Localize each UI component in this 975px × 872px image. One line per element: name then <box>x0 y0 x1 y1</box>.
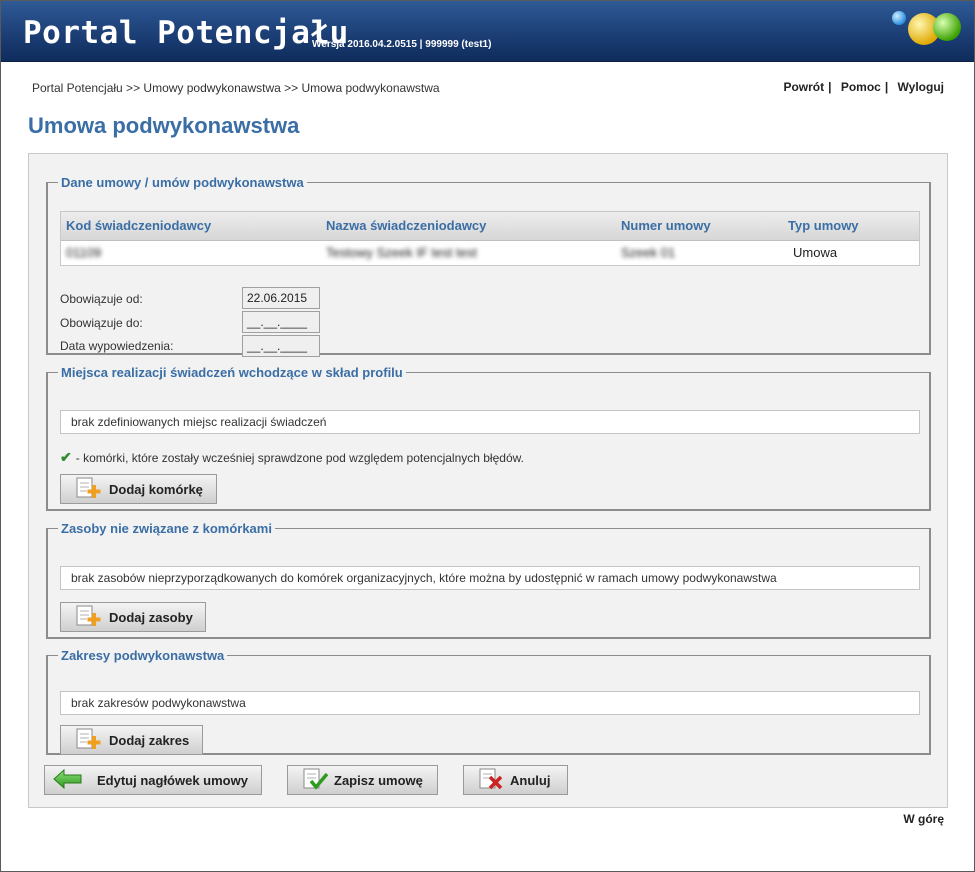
scopes-section: Zakresy podwykonawstwa brak zakresów pod… <box>46 648 931 755</box>
top-nav: Powrót | Pomoc | Wyloguj <box>783 80 944 94</box>
app-title: Portal Potencjału <box>23 15 349 51</box>
contract-data-legend: Dane umowy / umów podwykonawstwa <box>61 175 304 190</box>
col-header-name[interactable]: Nazwa świadczeniodawcy <box>321 212 616 240</box>
logo-bubbles-icon <box>892 11 961 45</box>
valid-from-label: Obowiązuje od: <box>60 292 143 306</box>
save-contract-button[interactable]: Zapisz umowę <box>287 765 438 795</box>
scopes-empty-box: brak zakresów podwykonawstwa <box>60 691 920 715</box>
add-cell-button[interactable]: Dodaj komórkę <box>60 474 217 504</box>
cell-code: 01109 <box>66 245 102 260</box>
document-cancel-icon <box>478 768 504 793</box>
cancel-label: Anuluj <box>510 772 551 788</box>
nav-separator: | <box>884 80 889 94</box>
help-link[interactable]: Pomoc <box>841 80 881 94</box>
app-header: Portal Potencjału Wersja 2016.04.2.0515 … <box>1 1 974 62</box>
col-header-contract-number[interactable]: Numer umowy <box>616 212 783 240</box>
save-contract-label: Zapisz umowę <box>334 772 423 788</box>
contract-grid: Kod świadczeniodawcy Nazwa świadczenioda… <box>60 211 920 266</box>
locations-section: Miejsca realizacji świadczeń wchodzące w… <box>46 365 931 511</box>
document-add-icon <box>75 605 103 630</box>
logout-link[interactable]: Wyloguj <box>898 80 944 94</box>
add-resources-label: Dodaj zasoby <box>109 609 193 625</box>
scopes-legend: Zakresy podwykonawstwa <box>61 648 225 663</box>
contract-data-section: Dane umowy / umów podwykonawstwa Kod świ… <box>46 175 931 357</box>
resources-section: Zasoby nie związane z komórkami brak zas… <box>46 521 931 639</box>
version-info: Wersja 2016.04.2.0515 | 999999 (test1) <box>312 39 492 50</box>
checkmark-icon: ✔ <box>60 449 72 465</box>
valid-from-field[interactable]: 22.06.2015 <box>242 287 320 309</box>
col-header-contract-type[interactable]: Typ umowy <box>783 212 919 240</box>
form-panel: Dane umowy / umów podwykonawstwa Kod świ… <box>28 153 948 808</box>
add-scope-label: Dodaj zakres <box>109 732 190 748</box>
cell-contract-type: Umowa <box>793 245 838 260</box>
cancel-button[interactable]: Anuluj <box>463 765 568 795</box>
document-add-icon <box>75 728 103 753</box>
termination-date-field[interactable]: __.__.____ <box>242 335 320 357</box>
scroll-top-link[interactable]: W górę <box>903 812 944 826</box>
grid-header: Kod świadczeniodawcy Nazwa świadczenioda… <box>61 212 919 241</box>
cell-name: Testowy Szeek IF test test <box>326 245 477 260</box>
col-header-code[interactable]: Kod świadczeniodawcy <box>61 212 321 240</box>
verified-note-text: - komórki, które zostały wcześniej spraw… <box>75 451 524 465</box>
add-resources-button[interactable]: Dodaj zasoby <box>60 602 206 632</box>
back-link[interactable]: Powrót <box>783 80 824 94</box>
document-add-icon <box>75 477 103 502</box>
table-row[interactable]: 01109 Testowy Szeek IF test test Szeek 0… <box>61 241 919 265</box>
termination-date-label: Data wypowiedzenia: <box>60 339 174 353</box>
cell-contract-number: Szeek 01 <box>621 245 676 260</box>
page-title: Umowa podwykonawstwa <box>28 113 300 138</box>
valid-to-field[interactable]: __.__.____ <box>242 311 320 333</box>
nav-separator: | <box>828 80 832 94</box>
edit-header-label: Edytuj nagłówek umowy <box>97 772 248 788</box>
verified-note: ✔ - komórki, które zostały wcześniej spra… <box>60 449 524 466</box>
document-check-icon <box>302 768 329 793</box>
resources-empty-box: brak zasobów nieprzyporządkowanych do ko… <box>60 566 920 590</box>
valid-to-label: Obowiązuje do: <box>60 316 143 330</box>
locations-legend: Miejsca realizacji świadczeń wchodzące w… <box>61 365 403 380</box>
edit-header-button[interactable]: Edytuj nagłówek umowy <box>44 765 262 795</box>
breadcrumb: Portal Potencjału >> Umowy podwykonawstw… <box>32 81 440 95</box>
add-cell-label: Dodaj komórkę <box>109 481 203 497</box>
add-scope-button[interactable]: Dodaj zakres <box>60 725 203 755</box>
resources-legend: Zasoby nie związane z komórkami <box>61 521 272 536</box>
arrow-left-icon <box>53 768 83 792</box>
locations-empty-box: brak zdefiniowanych miejsc realizacji św… <box>60 410 920 434</box>
page: Portal Potencjału Wersja 2016.04.2.0515 … <box>0 0 975 872</box>
